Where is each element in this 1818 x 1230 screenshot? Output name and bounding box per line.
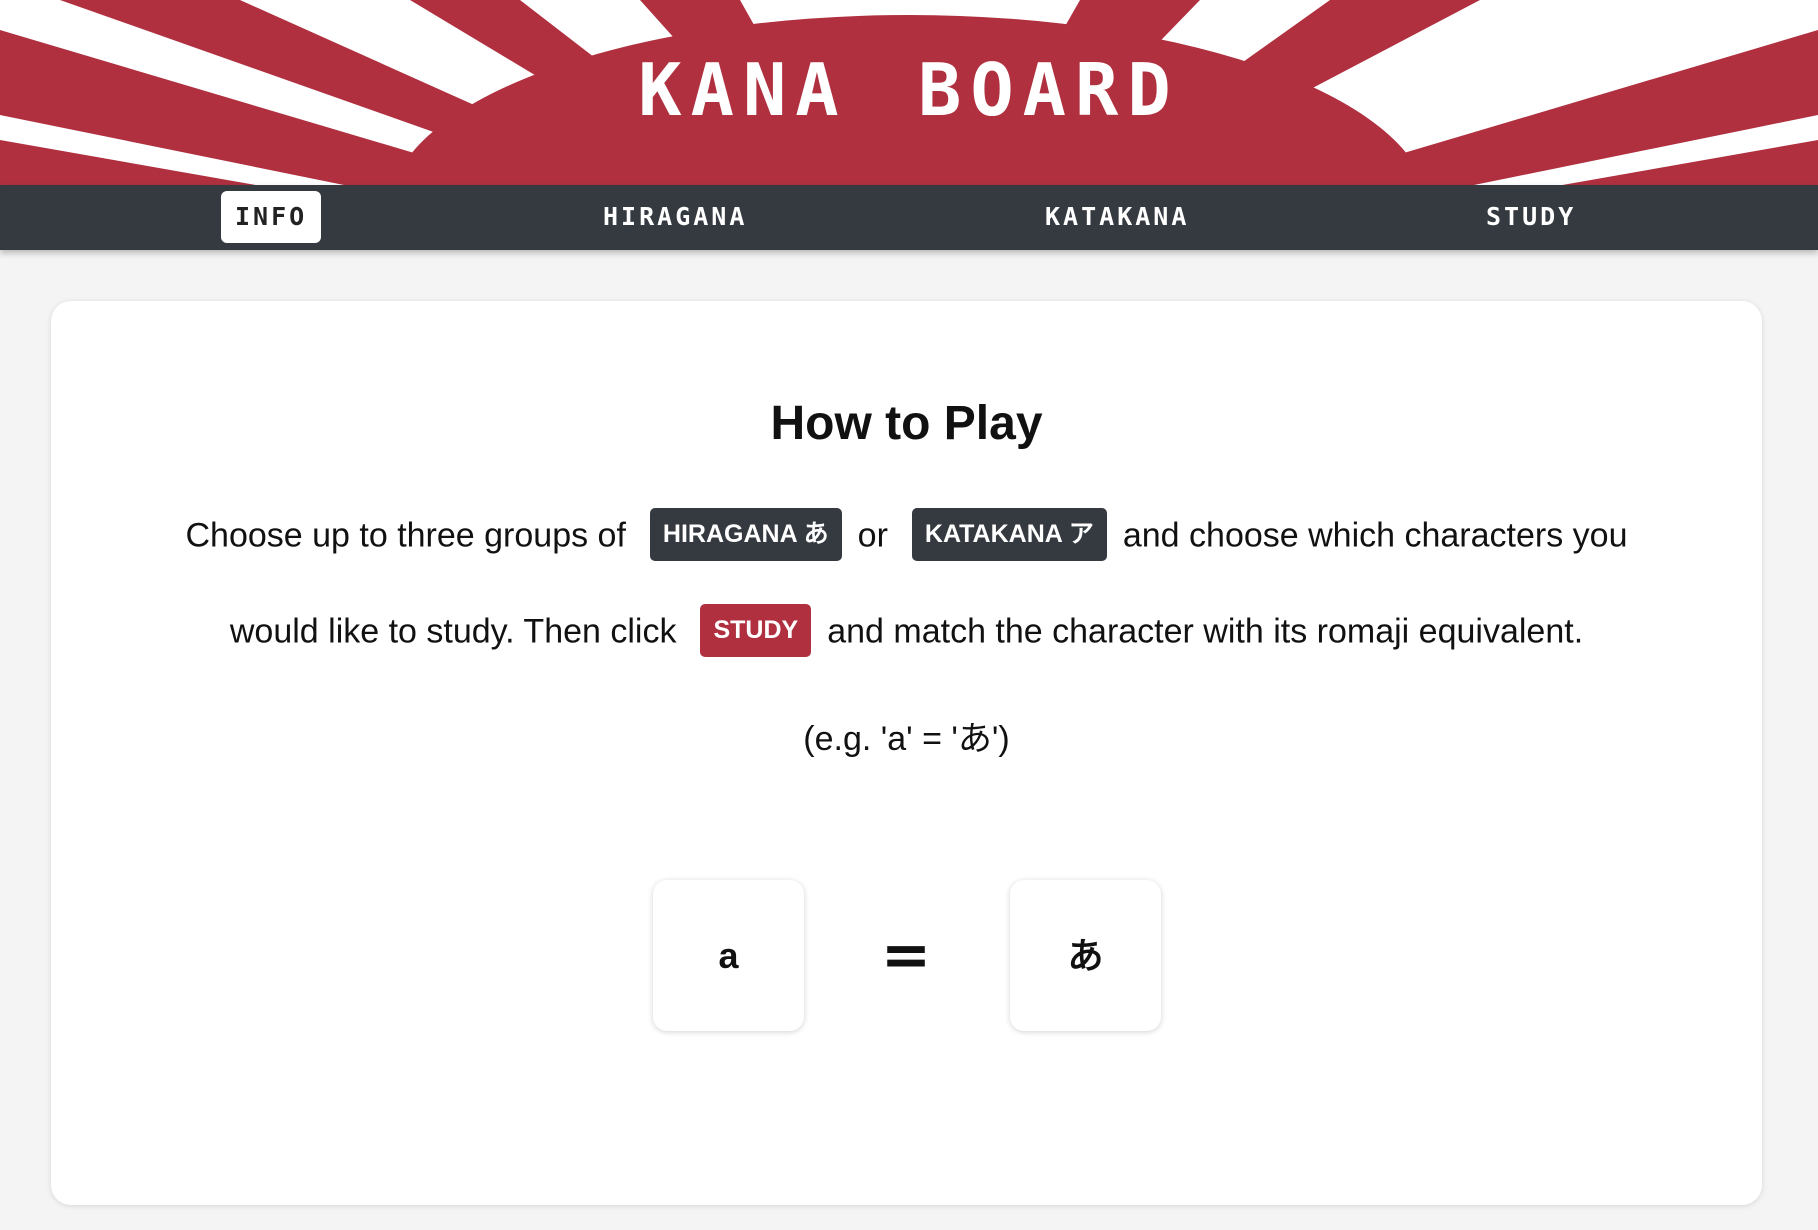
katakana-badge: KATAKANA ア (911, 508, 1107, 561)
equals-sign: = (880, 920, 932, 990)
instruction-text: Choose up to three groups of (185, 516, 626, 555)
site-header: KANA BOARD (0, 0, 1818, 185)
nav-tab-katakana[interactable]: KATAKANA (1031, 191, 1203, 243)
instructions-line-1: Choose up to three groups of HIRAGANA あ or… (51, 508, 1762, 564)
info-card: How to Play Choose up to three groups of… (51, 301, 1762, 1205)
study-badge: STUDY (700, 604, 812, 657)
nav-tab-hiragana[interactable]: HIRAGANA (589, 191, 761, 243)
main-nav: INFO HIRAGANA KATAKANA STUDY (0, 185, 1818, 250)
instruction-text-or: or (857, 516, 888, 555)
page-title: How to Play (770, 397, 1043, 450)
example-text: (e.g. 'a' = 'あ') (803, 720, 1010, 758)
kana-tile: あ (1010, 880, 1161, 1031)
nav-tab-study[interactable]: STUDY (1472, 191, 1590, 243)
nav-tab-info[interactable]: INFO (221, 191, 322, 243)
hiragana-badge: HIRAGANA あ (649, 508, 842, 561)
instruction-text: and match the character with its romaji … (827, 612, 1584, 651)
instruction-text: and choose which characters you (1122, 516, 1628, 555)
romaji-tile: a (653, 880, 804, 1031)
instruction-text: would like to study. Then click (229, 612, 677, 651)
site-title: KANA BOARD (638, 48, 1180, 132)
instructions-line-2: would like to study. Then click STUDY and … (51, 604, 1762, 660)
